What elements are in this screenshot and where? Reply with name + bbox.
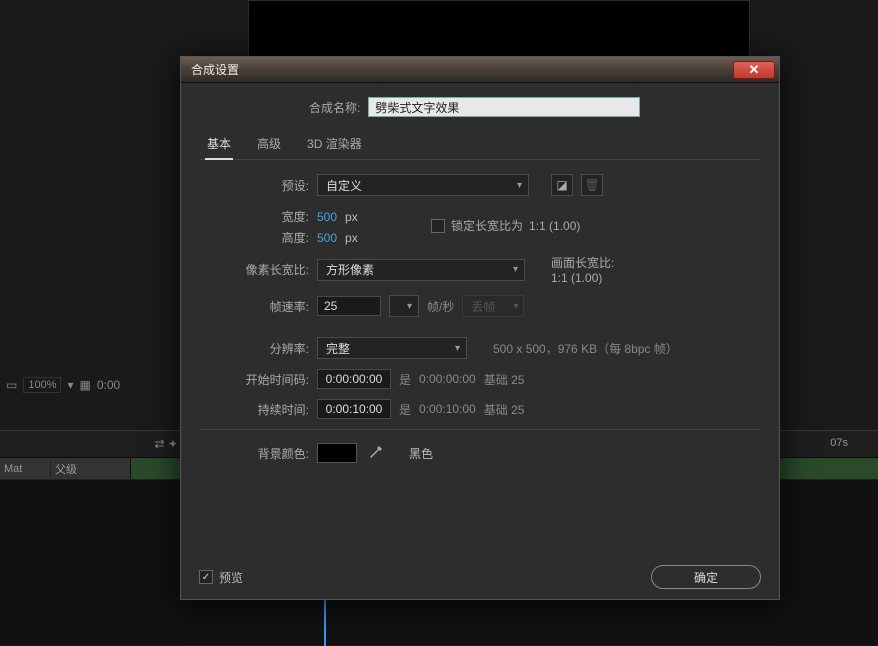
background-color-swatch[interactable]: [317, 443, 357, 463]
resolution-info: 500 x 500，976 KB（每 8bpc 帧）: [493, 340, 678, 357]
composition-name-row: 合成名称:: [199, 97, 761, 117]
start-timecode-row: 开始时间码: 0:00:00:00 是 0:00:00:00 基础 25: [215, 369, 761, 389]
ok-button[interactable]: 确定: [651, 565, 761, 589]
resolution-value: 完整: [326, 340, 350, 357]
divider: [199, 429, 761, 430]
trash-icon: 🗑: [584, 178, 599, 192]
duration-label: 持续时间:: [215, 401, 309, 418]
background-color-name: 黑色: [409, 445, 433, 462]
preset-value: 自定义: [326, 177, 362, 194]
dropframe-dropdown: 丢帧: [462, 295, 524, 317]
framerate-label: 帧速率:: [215, 298, 309, 315]
timeline-tools[interactable]: ⇄ ✦: [155, 437, 178, 451]
start-base-text: 基础 25: [484, 371, 525, 388]
zoom-display[interactable]: 100%: [23, 377, 61, 393]
dropdown-icon[interactable]: ▾: [67, 378, 73, 392]
save-preset-icon: ◪: [556, 178, 567, 192]
composition-settings-dialog: 合成设置 ✕ 合成名称: 基本 高级 3D 渲染器 预设: 自定义 ◪: [180, 56, 780, 600]
tab-3d-renderer[interactable]: 3D 渲染器: [305, 131, 364, 159]
start-timecode-label: 开始时间码:: [215, 371, 309, 388]
duration-tc-text: 0:00:10:00: [419, 402, 476, 416]
framerate-unit: 帧/秒: [427, 298, 454, 315]
pixel-aspect-row: 像素长宽比: 方形像素 画面长宽比: 1:1 (1.00): [199, 254, 761, 285]
preview-label: 预览: [219, 569, 243, 586]
column-header-mat[interactable]: Mat: [0, 463, 50, 475]
width-unit: px: [345, 210, 358, 224]
resolution-label: 分辨率:: [215, 340, 309, 357]
resolution-row: 分辨率: 完整 500 x 500，976 KB（每 8bpc 帧）: [215, 337, 761, 359]
eyedropper-button[interactable]: [365, 442, 387, 464]
lock-aspect-checkbox[interactable]: [431, 219, 445, 233]
framerate-input[interactable]: 25: [317, 296, 381, 316]
column-header-parent[interactable]: 父级: [50, 461, 130, 477]
preview-checkbox[interactable]: ✓: [199, 570, 213, 584]
resolution-dropdown[interactable]: 完整: [317, 337, 467, 359]
pixel-aspect-dropdown[interactable]: 方形像素: [317, 259, 525, 281]
background-color-label: 背景颜色:: [215, 445, 309, 462]
viewer-panel: [248, 0, 750, 60]
start-tc-text: 0:00:00:00: [419, 372, 476, 386]
close-button[interactable]: ✕: [733, 61, 775, 79]
duration-row: 持续时间: 0:00:10:00 是 0:00:10:00 基础 25: [215, 399, 761, 419]
framerate-stepper[interactable]: [389, 295, 419, 317]
timeline-time-marker: 07s: [830, 437, 848, 449]
lock-aspect-label: 锁定长宽比为: [451, 217, 523, 234]
dialog-footer: ✓ 预览 确定: [181, 555, 779, 599]
composition-name-label: 合成名称:: [309, 99, 360, 116]
height-unit: px: [345, 231, 358, 245]
height-row: 高度: 500 px 锁定长宽比为 1:1 (1.00): [231, 229, 761, 246]
eyedropper-icon: [369, 446, 383, 460]
timecode-display[interactable]: 0:00: [97, 378, 120, 392]
pixel-aspect-label: 像素长宽比:: [199, 261, 309, 278]
preview-toggle[interactable]: ✓ 预览: [199, 569, 243, 586]
start-timecode-input[interactable]: 0:00:00:00: [317, 369, 391, 389]
close-icon: ✕: [749, 62, 760, 78]
height-label: 高度:: [231, 229, 309, 246]
width-value[interactable]: 500: [317, 210, 337, 224]
viewer-toolbar: ▭ 100% ▾ ▦ 0:00: [0, 370, 180, 400]
frame-aspect-block: 画面长宽比: 1:1 (1.00): [551, 254, 614, 285]
preset-row: 预设: 自定义 ◪ 🗑: [231, 174, 761, 196]
duration-input[interactable]: 0:00:10:00: [317, 399, 391, 419]
dialog-body: 合成名称: 基本 高级 3D 渲染器 预设: 自定义 ◪ 🗑: [181, 83, 779, 488]
duration-base-text: 基础 25: [484, 401, 525, 418]
monitor-icon: ▭: [6, 378, 17, 392]
preset-dropdown[interactable]: 自定义: [317, 174, 529, 196]
dropframe-value: 丢帧: [471, 298, 495, 315]
duration-is-text: 是: [399, 401, 411, 418]
frame-aspect-label: 画面长宽比:: [551, 254, 614, 271]
tab-basic[interactable]: 基本: [205, 131, 233, 160]
composition-name-input[interactable]: [368, 97, 640, 117]
background-color-row: 背景颜色: 黑色: [215, 442, 761, 464]
save-preset-button[interactable]: ◪: [551, 174, 573, 196]
height-value[interactable]: 500: [317, 231, 337, 245]
ok-label: 确定: [694, 569, 718, 586]
delete-preset-button: 🗑: [581, 174, 603, 196]
dialog-titlebar[interactable]: 合成设置 ✕: [181, 57, 779, 83]
start-is-text: 是: [399, 371, 411, 388]
tabs: 基本 高级 3D 渲染器: [199, 131, 761, 160]
pixel-aspect-value: 方形像素: [326, 261, 374, 278]
width-label: 宽度:: [231, 208, 309, 225]
playhead-indicator[interactable]: [324, 598, 326, 646]
framerate-row: 帧速率: 25 帧/秒 丢帧: [215, 295, 761, 317]
grid-icon[interactable]: ▦: [80, 378, 91, 392]
frame-aspect-value: 1:1 (1.00): [551, 271, 614, 285]
dialog-title: 合成设置: [181, 61, 239, 78]
tab-advanced[interactable]: 高级: [255, 131, 283, 159]
lock-aspect-ratio: 1:1 (1.00): [529, 219, 580, 233]
preset-label: 预设:: [231, 177, 309, 194]
